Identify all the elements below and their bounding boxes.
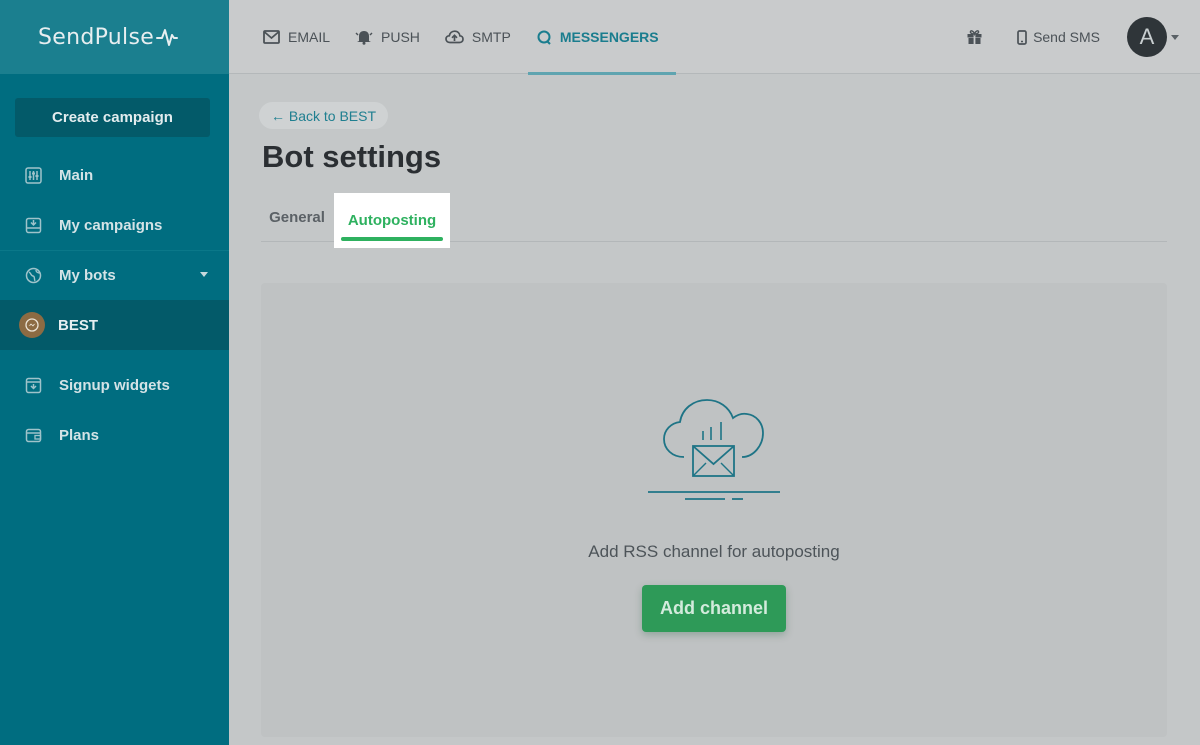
phone-icon (1017, 29, 1027, 45)
messenger-icon (25, 318, 39, 332)
sidebar-item-label: Plans (59, 426, 100, 444)
chevron-down-icon[interactable] (1171, 34, 1179, 40)
messenger-avatar (19, 312, 45, 338)
add-channel-button[interactable]: Add channel (642, 585, 786, 632)
chevron-down-icon[interactable] (200, 272, 208, 277)
cloud-upload-icon (445, 30, 464, 44)
create-campaign-button[interactable]: Create campaign (15, 98, 210, 137)
sidebar-item-my-bots[interactable]: My bots (0, 250, 229, 300)
bell-icon (355, 29, 373, 45)
tab-messengers[interactable]: MESSENGERS (527, 0, 676, 75)
sidebar-item-label: My campaigns (59, 216, 163, 234)
brand-logo[interactable]: SendPulse (0, 0, 229, 74)
page-title: Bot settings (262, 139, 442, 174)
autoposting-panel: Add RSS channel for autoposting Add chan… (261, 283, 1167, 737)
sidebar-item-label: BEST (58, 316, 99, 334)
campaigns-icon (25, 217, 42, 234)
tab-email[interactable]: EMAIL (255, 0, 347, 74)
empty-state-text: Add RSS channel for autoposting (588, 542, 840, 561)
chat-icon (536, 30, 552, 45)
avatar[interactable]: A (1127, 17, 1167, 57)
gift-icon[interactable] (966, 29, 983, 45)
settings-tabs: General Autoposting (261, 193, 1167, 248)
tab-general[interactable]: General (261, 193, 333, 241)
sidebar-item-signup-widgets[interactable]: Signup widgets (0, 360, 229, 410)
pulse-icon (156, 29, 179, 46)
tab-autoposting[interactable]: Autoposting (334, 193, 450, 248)
sidebar-item-label: Signup widgets (59, 376, 170, 394)
sidebar: SendPulse Create campaign Main My campai… (0, 0, 229, 745)
cloud-mail-icon (648, 399, 780, 500)
back-button[interactable]: ← Back to BEST (259, 102, 389, 129)
tab-push[interactable]: PUSH (347, 0, 437, 74)
sliders-icon (25, 166, 42, 184)
top-bar: EMAIL PUSH SMTP MESSENGERS Send SMS A (229, 0, 1200, 75)
wallet-icon (25, 427, 42, 444)
sidebar-item-best[interactable]: BEST (0, 300, 229, 350)
sidebar-item-label: Main (59, 166, 94, 184)
tab-smtp[interactable]: SMTP (437, 0, 528, 74)
widget-icon (25, 377, 42, 394)
brand-name: SendPulse (38, 24, 155, 50)
top-right-actions: Send SMS A (966, 0, 1200, 74)
mail-icon (263, 30, 280, 44)
globe-icon (25, 267, 42, 284)
sidebar-nav: Main My campaigns My bots BEST Signup wi… (0, 150, 229, 460)
sidebar-item-main[interactable]: Main (0, 150, 229, 200)
send-sms-link[interactable]: Send SMS (1017, 29, 1100, 45)
sidebar-item-label: My bots (59, 267, 116, 284)
sidebar-item-my-campaigns[interactable]: My campaigns (0, 200, 229, 250)
sidebar-item-plans[interactable]: Plans (0, 410, 229, 460)
